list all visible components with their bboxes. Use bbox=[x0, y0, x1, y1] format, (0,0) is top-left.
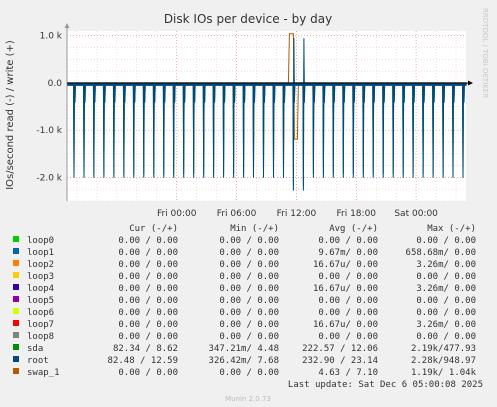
legend-series-name: loop8 bbox=[27, 332, 54, 342]
legend-series-name: loop2 bbox=[27, 260, 54, 270]
legend-value-avg: 9.67m/ 0.00 bbox=[318, 248, 378, 258]
legend-value-min: 0.00 / 0.00 bbox=[219, 308, 279, 318]
legend-value-min: 0.00 / 0.00 bbox=[219, 296, 279, 306]
legend-value-avg: 4.63 / 7.10 bbox=[318, 368, 378, 378]
legend-series-name: loop1 bbox=[27, 248, 54, 258]
legend-value-max: 2.19k/477.93 bbox=[411, 344, 476, 354]
legend-header-avg: Avg (-/+) bbox=[329, 224, 378, 234]
legend-value-avg: 16.67u/ 0.00 bbox=[313, 260, 378, 270]
legend-header-max: Max (-/+) bbox=[427, 224, 476, 234]
x-tick-label: Fri 06:00 bbox=[217, 209, 257, 219]
legend-swatch bbox=[13, 332, 19, 338]
rrdtool-side-label: RRDTOOL / TOBI OETIKER bbox=[481, 8, 489, 98]
legend-series-name: swap_1 bbox=[27, 368, 60, 378]
legend-series-name: loop3 bbox=[27, 272, 54, 282]
legend-value-min: 0.00 / 0.00 bbox=[219, 260, 279, 270]
legend-value-cur: 82.34 / 8.62 bbox=[113, 344, 178, 354]
legend-swatch bbox=[13, 272, 19, 278]
legend-value-max: 3.26m/ 0.00 bbox=[416, 284, 476, 294]
legend-value-avg: 16.67u/ 0.00 bbox=[313, 320, 378, 330]
legend-value-avg: 222.57 / 12.06 bbox=[302, 344, 378, 354]
legend-value-avg: 0.00 / 0.00 bbox=[318, 236, 378, 246]
legend-header-min: Min (-/+) bbox=[230, 224, 279, 234]
legend-value-cur: 0.00 / 0.00 bbox=[118, 236, 178, 246]
legend-value-cur: 82.48 / 12.59 bbox=[108, 356, 178, 366]
legend-value-cur: 0.00 / 0.00 bbox=[118, 308, 178, 318]
legend-value-cur: 0.00 / 0.00 bbox=[118, 332, 178, 342]
x-tick-label: Sat 00:00 bbox=[394, 209, 438, 219]
legend-value-cur: 0.00 / 0.00 bbox=[118, 272, 178, 282]
legend-value-cur: 0.00 / 0.00 bbox=[118, 260, 178, 270]
last-update: Last update: Sat Dec 6 05:00:08 2025 bbox=[288, 380, 483, 390]
y-tick-label: -1.0 k bbox=[36, 126, 62, 136]
legend-value-max: 0.00 / 0.00 bbox=[416, 272, 476, 282]
legend-value-avg: 232.90 / 23.14 bbox=[302, 356, 378, 366]
legend-swatch bbox=[13, 356, 19, 362]
y-axis-label: IOs/second read (-) / write (+) bbox=[5, 40, 16, 190]
legend-value-min: 0.00 / 0.00 bbox=[219, 368, 279, 378]
legend-value-min: 0.00 / 0.00 bbox=[219, 272, 279, 282]
legend-series-name: loop4 bbox=[27, 284, 54, 294]
legend-value-cur: 0.00 / 0.00 bbox=[118, 284, 178, 294]
legend-swatch bbox=[13, 320, 19, 326]
legend-value-min: 326.42m/ 7.68 bbox=[209, 356, 279, 366]
munin-footer: Munin 2.0.73 bbox=[225, 395, 271, 403]
legend-value-min: 347.21m/ 4.48 bbox=[209, 344, 279, 354]
legend-swatch bbox=[13, 308, 19, 314]
legend-value-cur: 0.00 / 0.00 bbox=[118, 248, 178, 258]
x-tick-label: Fri 00:00 bbox=[157, 209, 197, 219]
legend-value-avg: 0.00 / 0.00 bbox=[318, 308, 378, 318]
legend-series-name: loop6 bbox=[27, 308, 54, 318]
legend-value-max: 658.68m/ 0.00 bbox=[406, 248, 476, 258]
legend-series-name: loop7 bbox=[27, 320, 54, 330]
plot-area bbox=[67, 31, 466, 201]
legend-value-min: 0.00 / 0.00 bbox=[219, 248, 279, 258]
legend-value-min: 0.00 / 0.00 bbox=[219, 236, 279, 246]
legend-series-name: loop5 bbox=[27, 296, 54, 306]
legend-header-cur: Cur (-/+) bbox=[129, 224, 178, 234]
legend-value-max: 0.00 / 0.00 bbox=[416, 296, 476, 306]
legend-value-cur: 0.00 / 0.00 bbox=[118, 320, 178, 330]
legend-swatch bbox=[13, 248, 19, 254]
legend-value-min: 0.00 / 0.00 bbox=[219, 284, 279, 294]
legend-value-max: 3.26m/ 0.00 bbox=[416, 260, 476, 270]
legend-value-avg: 0.00 / 0.00 bbox=[318, 272, 378, 282]
legend-value-max: 0.00 / 0.00 bbox=[416, 308, 476, 318]
legend-value-max: 2.28k/948.97 bbox=[411, 356, 476, 366]
legend-series-name: sda bbox=[27, 344, 43, 354]
chart-title: Disk IOs per device - by day bbox=[164, 12, 332, 26]
legend-value-avg: 0.00 / 0.00 bbox=[318, 296, 378, 306]
legend-value-max: 3.26m/ 0.00 bbox=[416, 320, 476, 330]
disk-ios-chart: Disk IOs per device - by day IOs/second … bbox=[0, 0, 497, 407]
legend-swatch bbox=[13, 344, 19, 350]
legend-value-max: 1.19k/ 1.04k bbox=[411, 368, 477, 378]
legend-series-name: loop0 bbox=[27, 236, 54, 246]
legend-value-max: 0.00 / 0.00 bbox=[416, 332, 476, 342]
legend-swatch bbox=[13, 284, 19, 290]
legend-value-max: 0.00 / 0.00 bbox=[416, 236, 476, 246]
legend-value-min: 0.00 / 0.00 bbox=[219, 332, 279, 342]
legend-swatch bbox=[13, 236, 19, 242]
y-tick-label: -2.0 k bbox=[36, 173, 62, 183]
legend-value-cur: 0.00 / 0.00 bbox=[118, 368, 178, 378]
legend-swatch bbox=[13, 368, 19, 374]
legend-series-name: root bbox=[27, 356, 49, 366]
legend-value-avg: 0.00 / 0.00 bbox=[318, 332, 378, 342]
y-tick-label: 1.0 k bbox=[40, 32, 63, 42]
legend-swatch bbox=[13, 260, 19, 266]
legend-value-min: 0.00 / 0.00 bbox=[219, 320, 279, 330]
y-tick-label: 0.0 bbox=[48, 79, 63, 89]
legend-value-avg: 16.67u/ 0.00 bbox=[313, 284, 378, 294]
x-tick-label: Fri 12:00 bbox=[277, 209, 317, 219]
legend-value-cur: 0.00 / 0.00 bbox=[118, 296, 178, 306]
legend-swatch bbox=[13, 296, 19, 302]
x-tick-label: Fri 18:00 bbox=[337, 209, 377, 219]
